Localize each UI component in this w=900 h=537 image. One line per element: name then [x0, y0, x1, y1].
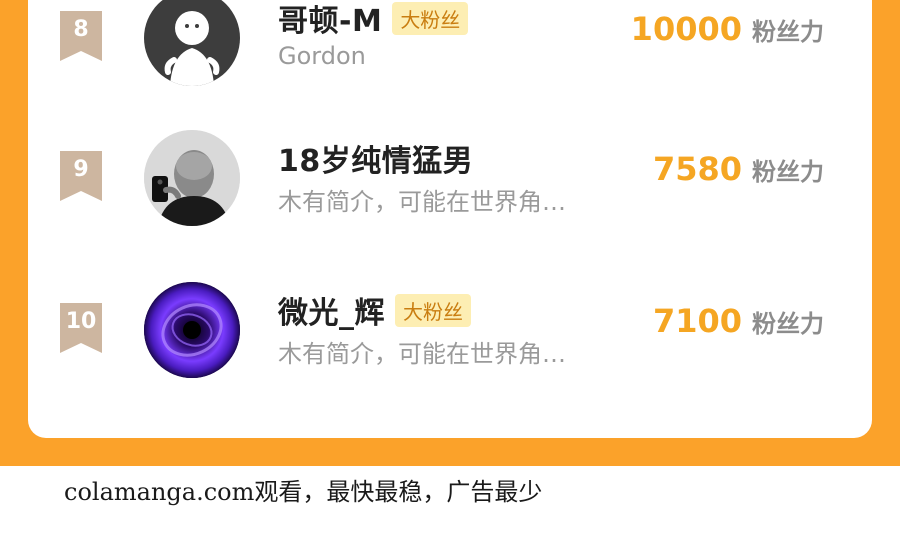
name-line: 哥顿-M 大粉丝: [278, 0, 469, 40]
fan-level-badge: 大粉丝: [395, 293, 471, 327]
user-subtitle: Gordon: [278, 42, 366, 70]
rank-ribbon: 9: [60, 151, 102, 201]
fan-power: 7580 粉丝力: [653, 150, 824, 188]
footer-watermark-text: colamanga.com观看，最快最稳，广告最少: [64, 478, 543, 506]
ranking-row[interactable]: 10 微光_辉 大粉丝 木有简介，可能在世界角… 7100 粉丝力: [28, 282, 872, 392]
user-name[interactable]: 微光_辉: [278, 288, 385, 332]
rank-ribbon: 8: [60, 11, 102, 61]
ghost-avatar-icon: [164, 11, 220, 86]
fan-power-value: 7100: [652, 302, 742, 340]
fan-power-value: 7580: [652, 150, 742, 188]
user-avatar[interactable]: [144, 282, 240, 378]
user-avatar[interactable]: [144, 0, 240, 86]
ranking-panel-frame: 8 哥顿-M 大粉丝 Gordon 10000 粉丝力 9 18岁纯情猛男 木有…: [0, 0, 900, 466]
fan-power: 7100 粉丝力: [653, 302, 824, 340]
ranking-card: 8 哥顿-M 大粉丝 Gordon 10000 粉丝力 9 18岁纯情猛男 木有…: [28, 0, 872, 438]
ranking-row[interactable]: 9 18岁纯情猛男 木有简介，可能在世界角… 7580 粉丝力: [28, 130, 872, 240]
ranking-row[interactable]: 8 哥顿-M 大粉丝 Gordon 10000 粉丝力: [28, 0, 872, 100]
fan-power-value: 10000: [630, 10, 742, 48]
fan-power-unit: 粉丝力: [752, 310, 824, 338]
user-description: 木有简介，可能在世界角…: [278, 188, 566, 216]
user-name[interactable]: 18岁纯情猛男: [278, 136, 473, 180]
user-name[interactable]: 哥顿-M: [278, 0, 382, 40]
purple-vortex-avatar-icon: [144, 282, 240, 378]
fan-power-unit: 粉丝力: [752, 18, 824, 46]
fan-power-unit: 粉丝力: [752, 158, 824, 186]
fan-level-badge: 大粉丝: [392, 1, 469, 35]
user-avatar[interactable]: [144, 130, 240, 226]
name-line: 18岁纯情猛男: [278, 136, 473, 180]
name-line: 微光_辉 大粉丝: [278, 288, 471, 332]
user-description: 木有简介，可能在世界角…: [278, 340, 566, 368]
selfie-photo-avatar-icon: [144, 130, 240, 226]
fan-power: 10000 粉丝力: [631, 10, 824, 48]
rank-ribbon: 10: [60, 303, 102, 353]
